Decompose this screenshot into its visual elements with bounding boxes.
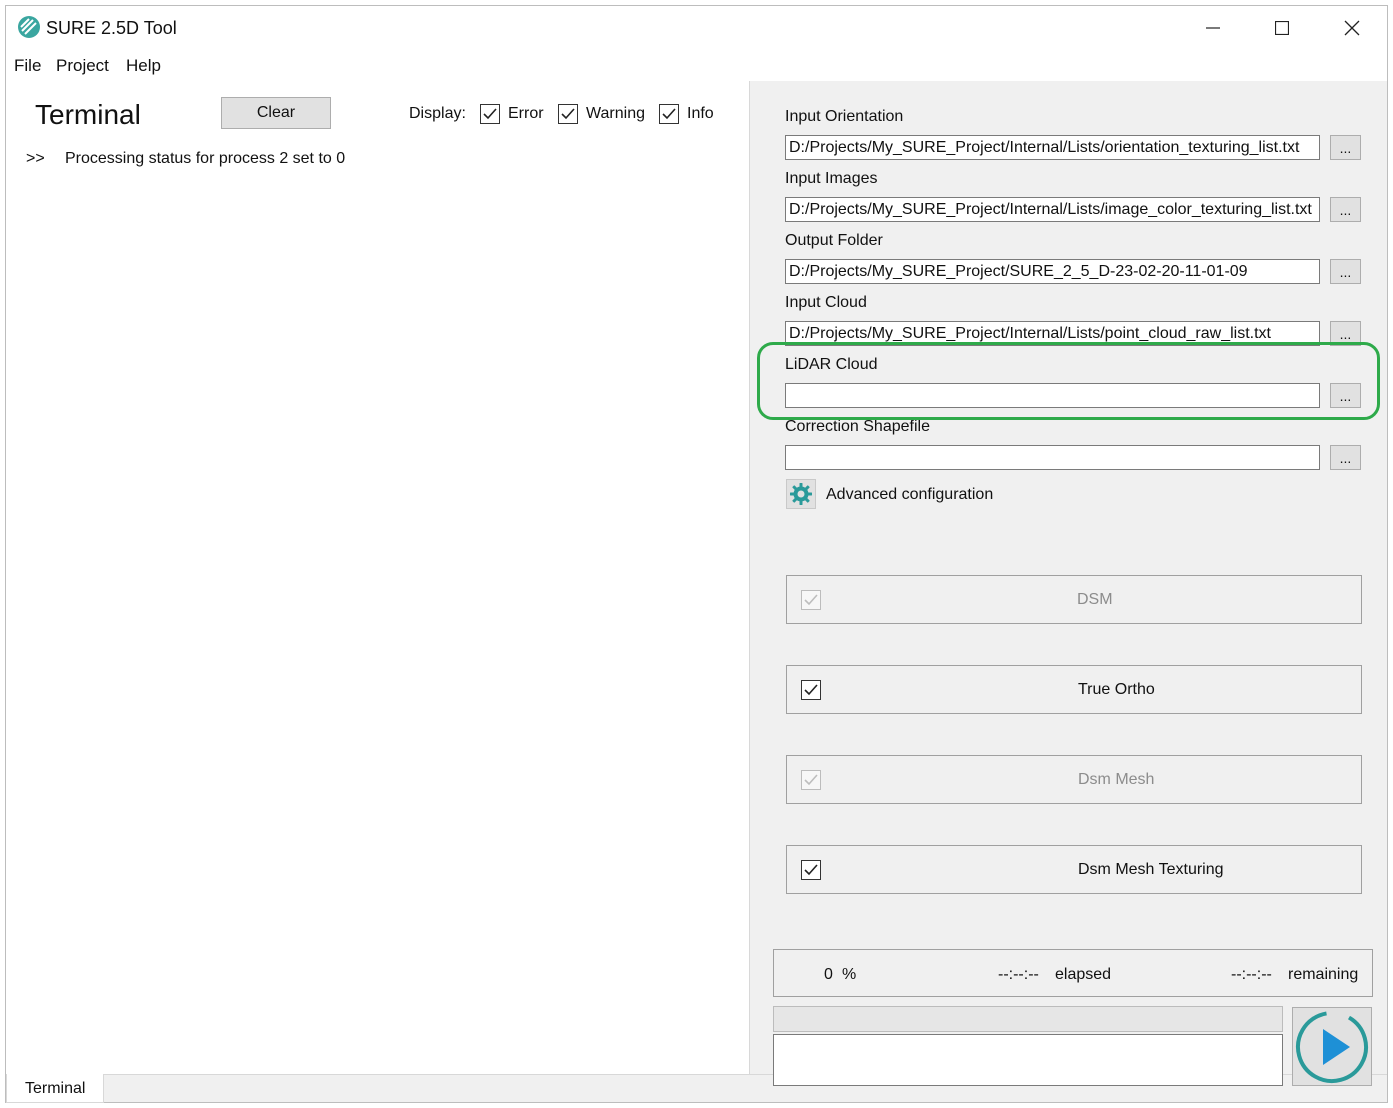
display-label: Display: (409, 105, 466, 122)
progress-percent-unit: % (842, 966, 857, 983)
progress-percent: 0 (824, 966, 833, 983)
lidar-cloud-label: LiDAR Cloud (785, 356, 878, 373)
close-icon (1344, 20, 1360, 36)
step-true-ortho[interactable]: True Ortho (786, 665, 1362, 714)
checkmark-icon (804, 594, 818, 606)
status-message-box (773, 1034, 1283, 1086)
output-folder-browse-button[interactable]: ... (1330, 259, 1361, 284)
app-logo-icon (17, 15, 41, 39)
close-button[interactable] (1317, 6, 1387, 50)
checkmark-icon (483, 108, 497, 120)
dsm-label: DSM (1077, 591, 1113, 608)
checkmark-icon (561, 108, 575, 120)
checkmark-icon (662, 108, 676, 120)
checkmark-icon (804, 684, 818, 696)
advanced-config-label[interactable]: Advanced configuration (826, 486, 993, 504)
output-folder-label: Output Folder (785, 232, 883, 249)
dsm-mesh-texturing-checkbox[interactable] (801, 860, 821, 880)
lidar-cloud-browse-button[interactable]: ... (1330, 383, 1361, 408)
output-folder-field[interactable] (785, 259, 1320, 284)
warning-checkbox[interactable] (558, 104, 578, 124)
elapsed-label: elapsed (1055, 966, 1112, 983)
dsm-mesh-label: Dsm Mesh (1078, 771, 1155, 788)
input-orientation-field[interactable] (785, 135, 1320, 160)
info-checkbox[interactable] (659, 104, 679, 124)
error-checkbox[interactable] (480, 104, 500, 124)
progress-bar (773, 1006, 1283, 1032)
checkmark-icon (804, 774, 818, 786)
remaining-time: --:--:-- (1231, 966, 1272, 983)
step-dsm-mesh-texturing[interactable]: Dsm Mesh Texturing (786, 845, 1362, 894)
input-orientation-label: Input Orientation (785, 108, 904, 125)
run-button[interactable] (1292, 1007, 1372, 1086)
true-ortho-label: True Ortho (1078, 681, 1155, 698)
window-title: SURE 2.5D Tool (46, 18, 177, 38)
input-cloud-label: Input Cloud (785, 294, 867, 311)
input-cloud-field[interactable] (785, 321, 1320, 346)
tab-terminal[interactable]: Terminal (6, 1074, 104, 1103)
terminal-pane: Terminal Clear Display: Error Warning In… (6, 81, 750, 1074)
app-window: SURE 2.5D Tool File Project Help Termina… (5, 5, 1388, 1103)
minimize-icon (1206, 27, 1220, 29)
correction-shapefile-field[interactable] (785, 445, 1320, 470)
input-images-browse-button[interactable]: ... (1330, 197, 1361, 222)
title-bar: SURE 2.5D Tool (6, 6, 1387, 50)
menu-bar: File Project Help (6, 50, 1387, 81)
dsm-checkbox (801, 590, 821, 610)
log-text: Processing status for process 2 set to 0 (65, 150, 346, 167)
status-panel: 0 % --:--:-- elapsed --:--:-- remaining (773, 949, 1373, 997)
maximize-button[interactable] (1247, 6, 1317, 50)
minimize-button[interactable] (1178, 6, 1248, 50)
menu-help[interactable]: Help (126, 56, 161, 76)
log-line: >> Processing status for process 2 set to… (26, 150, 345, 168)
correction-shapefile-browse-button[interactable]: ... (1330, 445, 1361, 470)
terminal-title: Terminal (35, 99, 141, 130)
true-ortho-checkbox[interactable] (801, 680, 821, 700)
remaining-label: remaining (1288, 966, 1359, 983)
error-filter-label: Error (508, 105, 544, 122)
info-filter-label: Info (687, 105, 714, 122)
step-dsm: DSM (786, 575, 1362, 624)
lidar-cloud-field[interactable] (785, 383, 1320, 408)
play-icon (1296, 1010, 1368, 1083)
advanced-config-button[interactable] (786, 479, 816, 509)
maximize-icon (1275, 21, 1289, 35)
dsm-mesh-checkbox (801, 770, 821, 790)
input-orientation-browse-button[interactable]: ... (1330, 135, 1361, 160)
lidar-highlight-annotation (757, 342, 1380, 420)
step-dsm-mesh: Dsm Mesh (786, 755, 1362, 804)
log-prompt: >> (26, 150, 45, 167)
input-images-field[interactable] (785, 197, 1320, 222)
menu-project[interactable]: Project (56, 56, 109, 76)
elapsed-time: --:--:-- (998, 966, 1039, 983)
input-cloud-browse-button[interactable]: ... (1330, 321, 1361, 346)
gear-icon (790, 483, 812, 505)
input-images-label: Input Images (785, 170, 878, 187)
warning-filter-label: Warning (586, 105, 645, 122)
correction-shapefile-label: Correction Shapefile (785, 418, 930, 435)
checkmark-icon (804, 864, 818, 876)
clear-button[interactable]: Clear (221, 97, 331, 129)
dsm-mesh-texturing-label: Dsm Mesh Texturing (1078, 861, 1224, 878)
menu-file[interactable]: File (14, 56, 41, 76)
